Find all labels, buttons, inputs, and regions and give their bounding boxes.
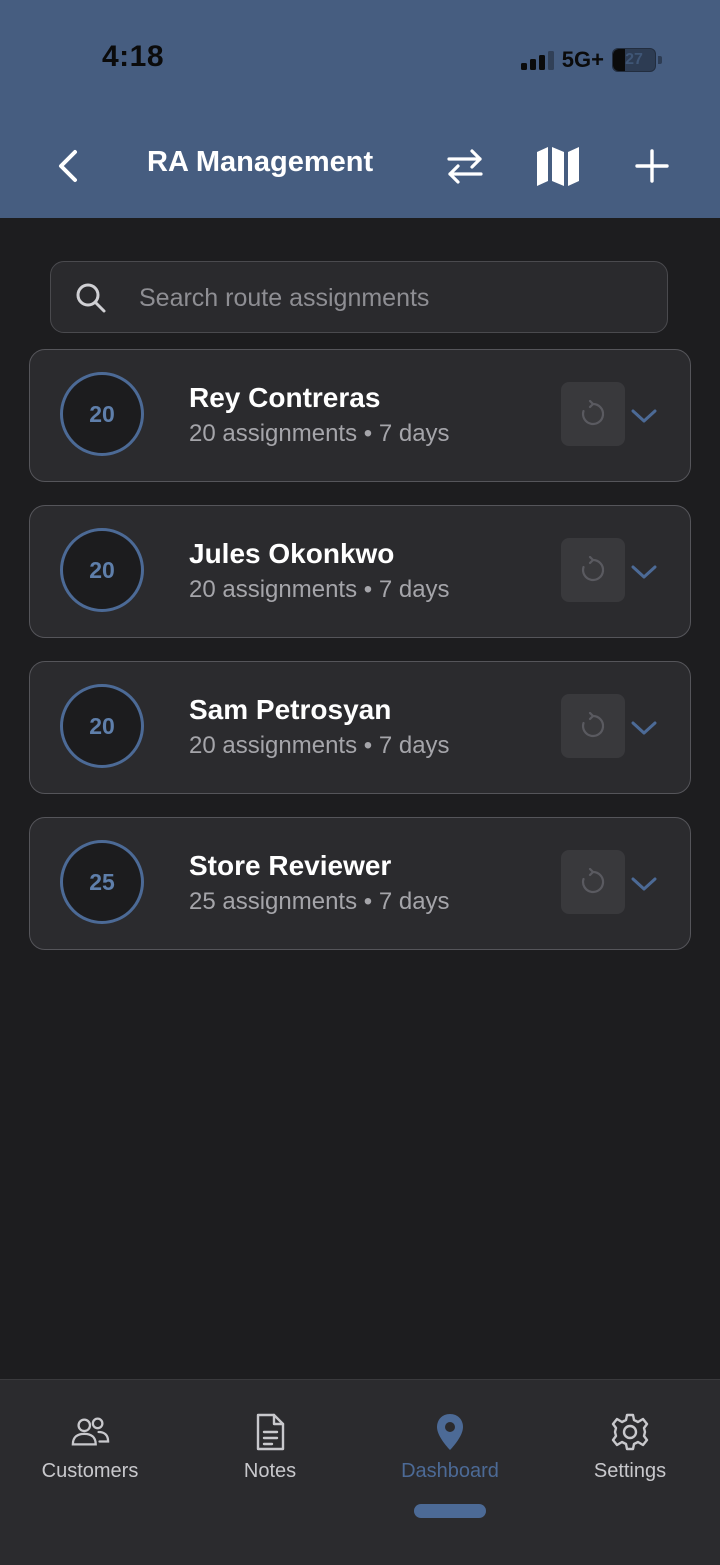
count-badge: 25 bbox=[60, 840, 144, 924]
tab-bar: Customers Notes Dashboard Settings bbox=[0, 1379, 720, 1565]
count-badge: 20 bbox=[60, 372, 144, 456]
assignee-name: Jules Okonkwo bbox=[189, 538, 395, 569]
add-button[interactable] bbox=[624, 138, 680, 194]
map-button[interactable] bbox=[530, 138, 586, 194]
chevron-down-icon bbox=[631, 721, 657, 735]
status-indicators: 5G+ 27 bbox=[520, 44, 662, 76]
chevron-down-icon bbox=[631, 565, 657, 579]
refresh-icon bbox=[581, 400, 605, 426]
tab-label: Customers bbox=[41, 1460, 139, 1482]
tab-label: Notes bbox=[243, 1460, 297, 1482]
swap-button[interactable] bbox=[437, 138, 493, 194]
assignment-meta: 20 assignments • 7 days bbox=[189, 420, 450, 447]
network-type: 5G+ bbox=[561, 47, 604, 72]
assignment-card[interactable]: 25 Store Reviewer 25 assignments • 7 day… bbox=[29, 817, 691, 950]
swap-arrows-icon bbox=[447, 149, 483, 184]
expand-button[interactable] bbox=[628, 556, 660, 588]
plus-icon bbox=[635, 149, 669, 183]
expand-button[interactable] bbox=[628, 712, 660, 744]
tab-label: Settings bbox=[593, 1460, 667, 1482]
active-tab-indicator bbox=[414, 1504, 486, 1518]
count-badge: 20 bbox=[60, 684, 144, 768]
chevron-left-icon bbox=[59, 150, 77, 182]
map-icon bbox=[537, 147, 579, 186]
refresh-icon bbox=[581, 868, 605, 894]
assignment-card[interactable]: 20 Jules Okonkwo 20 assignments • 7 days bbox=[29, 505, 691, 638]
assignment-meta: 20 assignments • 7 days bbox=[189, 576, 450, 603]
assignee-name: Sam Petrosyan bbox=[189, 694, 392, 725]
tab-notes[interactable]: Notes bbox=[180, 1410, 360, 1490]
assignment-meta: 25 assignments • 7 days bbox=[189, 888, 450, 915]
assignment-card[interactable]: 20 Sam Petrosyan 20 assignments • 7 days bbox=[29, 661, 691, 794]
expand-button[interactable] bbox=[628, 868, 660, 900]
search-icon bbox=[76, 283, 106, 313]
assignee-name: Store Reviewer bbox=[189, 850, 392, 881]
battery-tip bbox=[658, 56, 662, 64]
map-pin-icon bbox=[437, 1414, 463, 1450]
document-icon bbox=[256, 1413, 285, 1451]
users-icon bbox=[71, 1417, 110, 1446]
tab-settings[interactable]: Settings bbox=[540, 1410, 720, 1490]
chevron-down-icon bbox=[631, 877, 657, 891]
search-bar bbox=[50, 261, 668, 334]
page-title: RA Management bbox=[147, 146, 374, 178]
search-input[interactable] bbox=[137, 262, 651, 334]
back-button[interactable] bbox=[40, 138, 96, 194]
chevron-down-icon bbox=[631, 409, 657, 423]
refresh-button[interactable] bbox=[561, 694, 625, 758]
refresh-button[interactable] bbox=[561, 850, 625, 914]
tab-customers[interactable]: Customers bbox=[0, 1410, 180, 1490]
refresh-icon bbox=[581, 556, 605, 582]
refresh-button[interactable] bbox=[561, 382, 625, 446]
battery-level: 27 bbox=[625, 51, 643, 68]
assignee-name: Rey Contreras bbox=[189, 382, 381, 413]
tab-dashboard[interactable]: Dashboard bbox=[360, 1410, 540, 1490]
tab-label: Dashboard bbox=[401, 1460, 499, 1482]
app-header: 4:18 5G+ 27 RA Management bbox=[0, 0, 720, 218]
expand-button[interactable] bbox=[628, 400, 660, 432]
refresh-button[interactable] bbox=[561, 538, 625, 602]
assignment-meta: 20 assignments • 7 days bbox=[189, 732, 450, 759]
refresh-icon bbox=[581, 712, 605, 738]
signal-icon bbox=[520, 50, 554, 70]
assignment-card[interactable]: 20 Rey Contreras 20 assignments • 7 days bbox=[29, 349, 691, 482]
status-time: 4:18 bbox=[102, 40, 165, 73]
count-badge: 20 bbox=[60, 528, 144, 612]
gear-icon bbox=[611, 1413, 649, 1451]
battery-icon: 27 bbox=[612, 48, 656, 72]
